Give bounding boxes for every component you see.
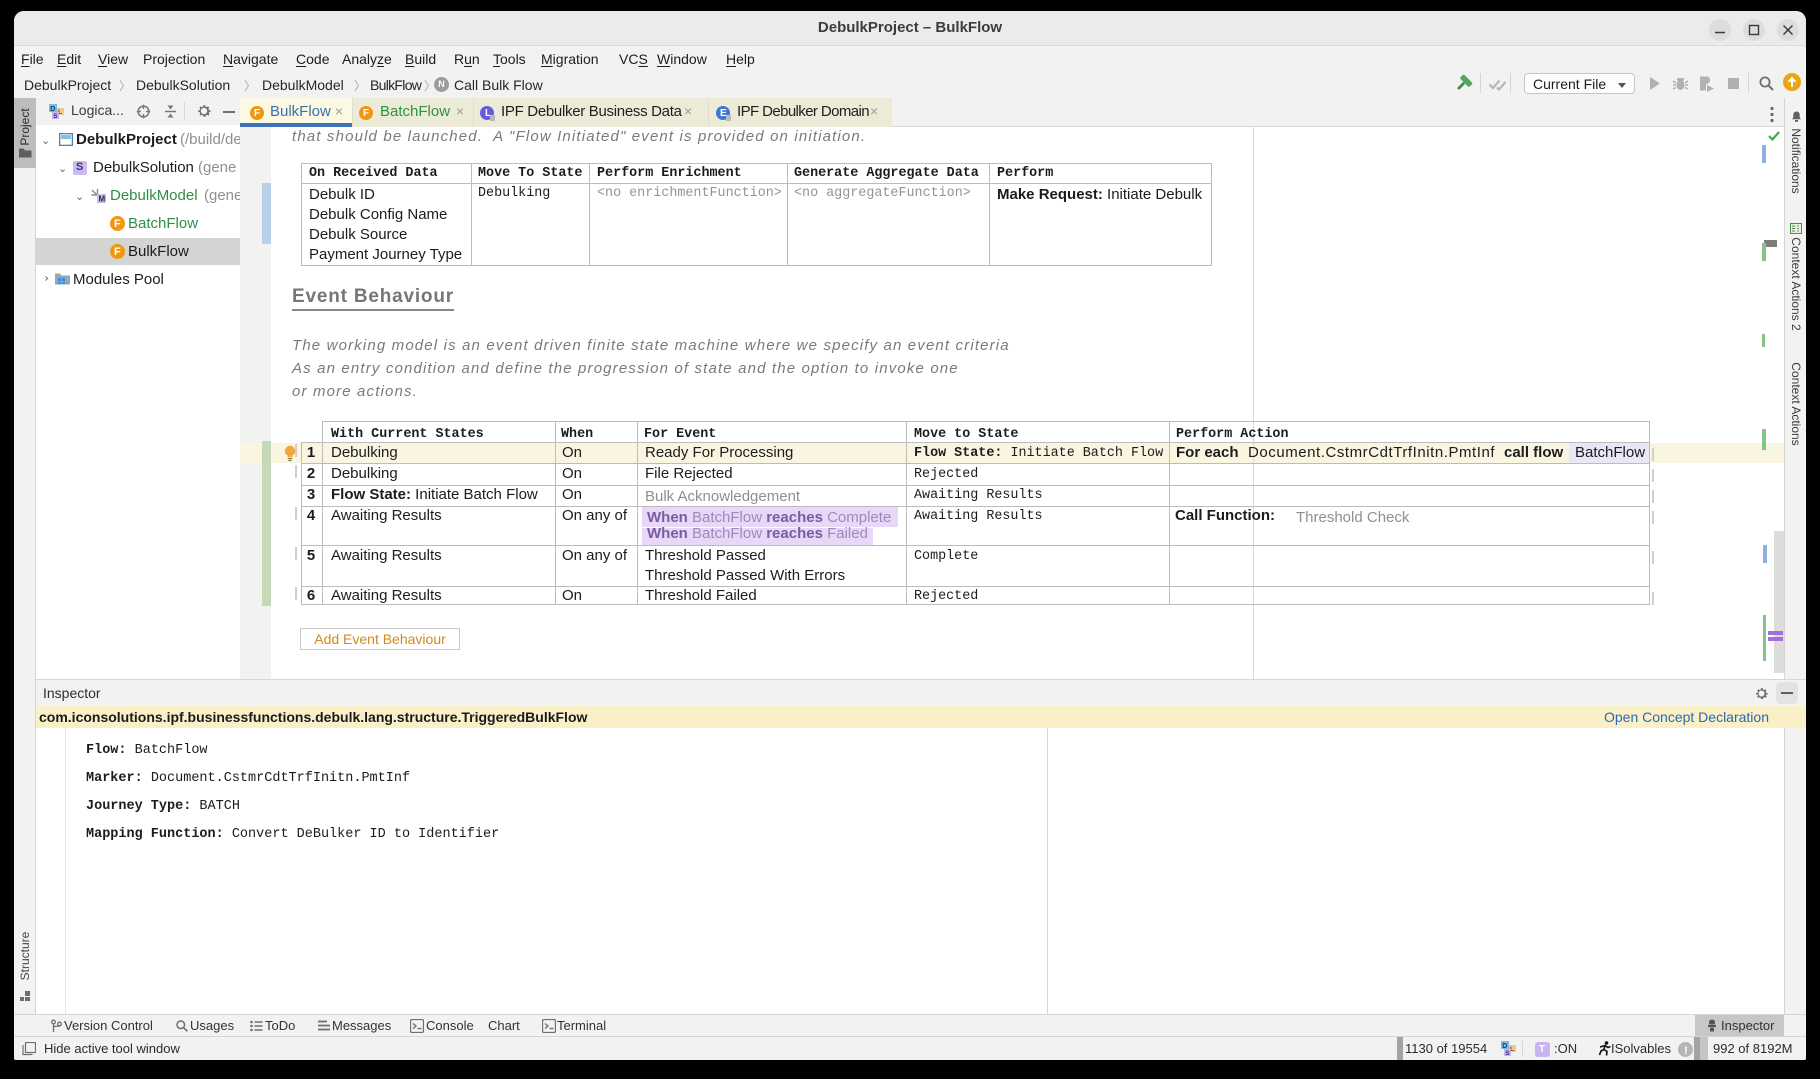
svg-text:D: D (1502, 1043, 1507, 1050)
svg-text:M: M (99, 195, 106, 204)
svg-text:D: D (50, 106, 55, 113)
svg-text:S: S (1505, 1050, 1510, 1057)
svg-text:S: S (53, 113, 58, 120)
